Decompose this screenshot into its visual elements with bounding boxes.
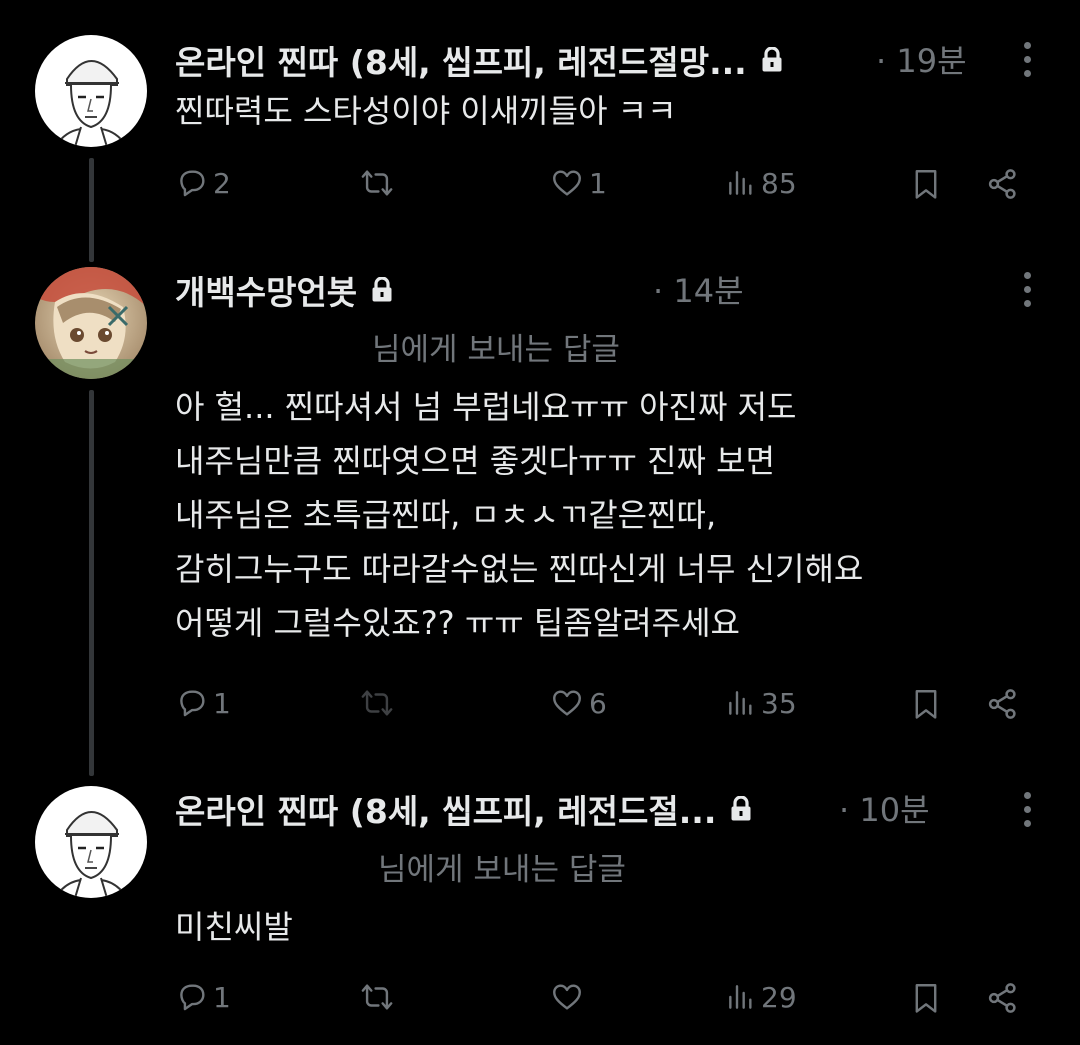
lock-icon <box>761 46 783 73</box>
action-bar: 2 1 85 <box>175 166 1035 210</box>
author-row: 온라인 찐따 (8세, 씹프피, 레전드절... <box>175 785 752 833</box>
reply-button[interactable]: 2 <box>175 166 231 200</box>
more-icon[interactable] <box>1024 42 1032 84</box>
author-name[interactable]: 온라인 찐따 (8세, 씹프피, 레전드절망... <box>175 36 747 84</box>
action-bar: 1 29 <box>175 980 1035 1024</box>
avatar[interactable] <box>35 267 147 379</box>
reply-button[interactable]: 1 <box>175 980 231 1014</box>
heart-icon <box>549 166 585 200</box>
repost-icon <box>359 980 395 1014</box>
views-button[interactable]: 29 <box>725 980 797 1014</box>
timestamp[interactable]: · 14분 <box>653 266 744 312</box>
reply-to-label[interactable]: 님에게 보내는 답글 <box>372 324 620 369</box>
views-icon <box>725 980 757 1014</box>
timestamp[interactable]: · 10분 <box>839 785 930 831</box>
views-count: 35 <box>761 686 797 720</box>
repost-icon <box>359 166 395 200</box>
post-text: 아 헐... 찐따셔서 넘 부럽네요ㅠㅠ 아진짜 저도 내주님만큼 찐따엿으면 … <box>175 388 864 642</box>
reply-icon <box>175 980 209 1014</box>
heart-icon <box>549 980 585 1014</box>
author-name[interactable]: 개백수망언봇 <box>175 266 357 314</box>
repost-button[interactable] <box>359 980 395 1014</box>
more-icon[interactable] <box>1024 272 1032 314</box>
lock-icon <box>371 276 393 303</box>
share-button[interactable] <box>985 166 1021 202</box>
thread-line <box>89 390 94 776</box>
share-icon <box>985 166 1021 202</box>
reply-icon <box>175 686 209 720</box>
bookmark-button[interactable] <box>909 686 943 722</box>
post-text: 미친씨발 <box>175 908 293 946</box>
author-row: 개백수망언봇 <box>175 266 393 314</box>
like-count: 6 <box>589 686 607 720</box>
reply-count: 1 <box>213 980 231 1014</box>
post-text: 찐따력도 스타성이야 이새끼들아 ㅋㅋ <box>175 92 677 130</box>
author-name[interactable]: 온라인 찐따 (8세, 씹프피, 레전드절... <box>175 785 716 833</box>
reply-to-label[interactable]: 님에게 보내는 답글 <box>378 844 626 889</box>
share-button[interactable] <box>985 980 1021 1016</box>
repost-button[interactable] <box>359 686 395 720</box>
author-row: 온라인 찐따 (8세, 씹프피, 레전드절망... <box>175 36 783 84</box>
repost-button[interactable] <box>359 166 395 200</box>
like-button[interactable] <box>549 980 589 1014</box>
share-icon <box>985 980 1021 1016</box>
views-button[interactable]: 85 <box>725 166 797 200</box>
timestamp[interactable]: · 19분 <box>876 36 967 82</box>
reply-button[interactable]: 1 <box>175 686 231 720</box>
repost-icon <box>359 686 395 720</box>
like-button[interactable]: 6 <box>549 686 607 720</box>
action-bar: 1 6 35 <box>175 686 1035 730</box>
bookmark-icon <box>909 686 943 722</box>
avatar[interactable] <box>35 35 147 147</box>
like-button[interactable]: 1 <box>549 166 607 200</box>
thread-line <box>89 158 94 262</box>
reply-icon <box>175 166 209 200</box>
bookmark-icon <box>909 166 943 202</box>
bookmark-button[interactable] <box>909 166 943 202</box>
views-icon <box>725 166 757 200</box>
bookmark-button[interactable] <box>909 980 943 1016</box>
lock-icon <box>730 795 752 822</box>
bookmark-icon <box>909 980 943 1016</box>
heart-icon <box>549 686 585 720</box>
views-count: 29 <box>761 980 797 1014</box>
like-count: 1 <box>589 166 607 200</box>
more-icon[interactable] <box>1024 792 1032 834</box>
reply-count: 2 <box>213 166 231 200</box>
views-icon <box>725 686 757 720</box>
views-count: 85 <box>761 166 797 200</box>
share-button[interactable] <box>985 686 1021 722</box>
views-button[interactable]: 35 <box>725 686 797 720</box>
share-icon <box>985 686 1021 722</box>
avatar[interactable] <box>35 786 147 898</box>
reply-count: 1 <box>213 686 231 720</box>
